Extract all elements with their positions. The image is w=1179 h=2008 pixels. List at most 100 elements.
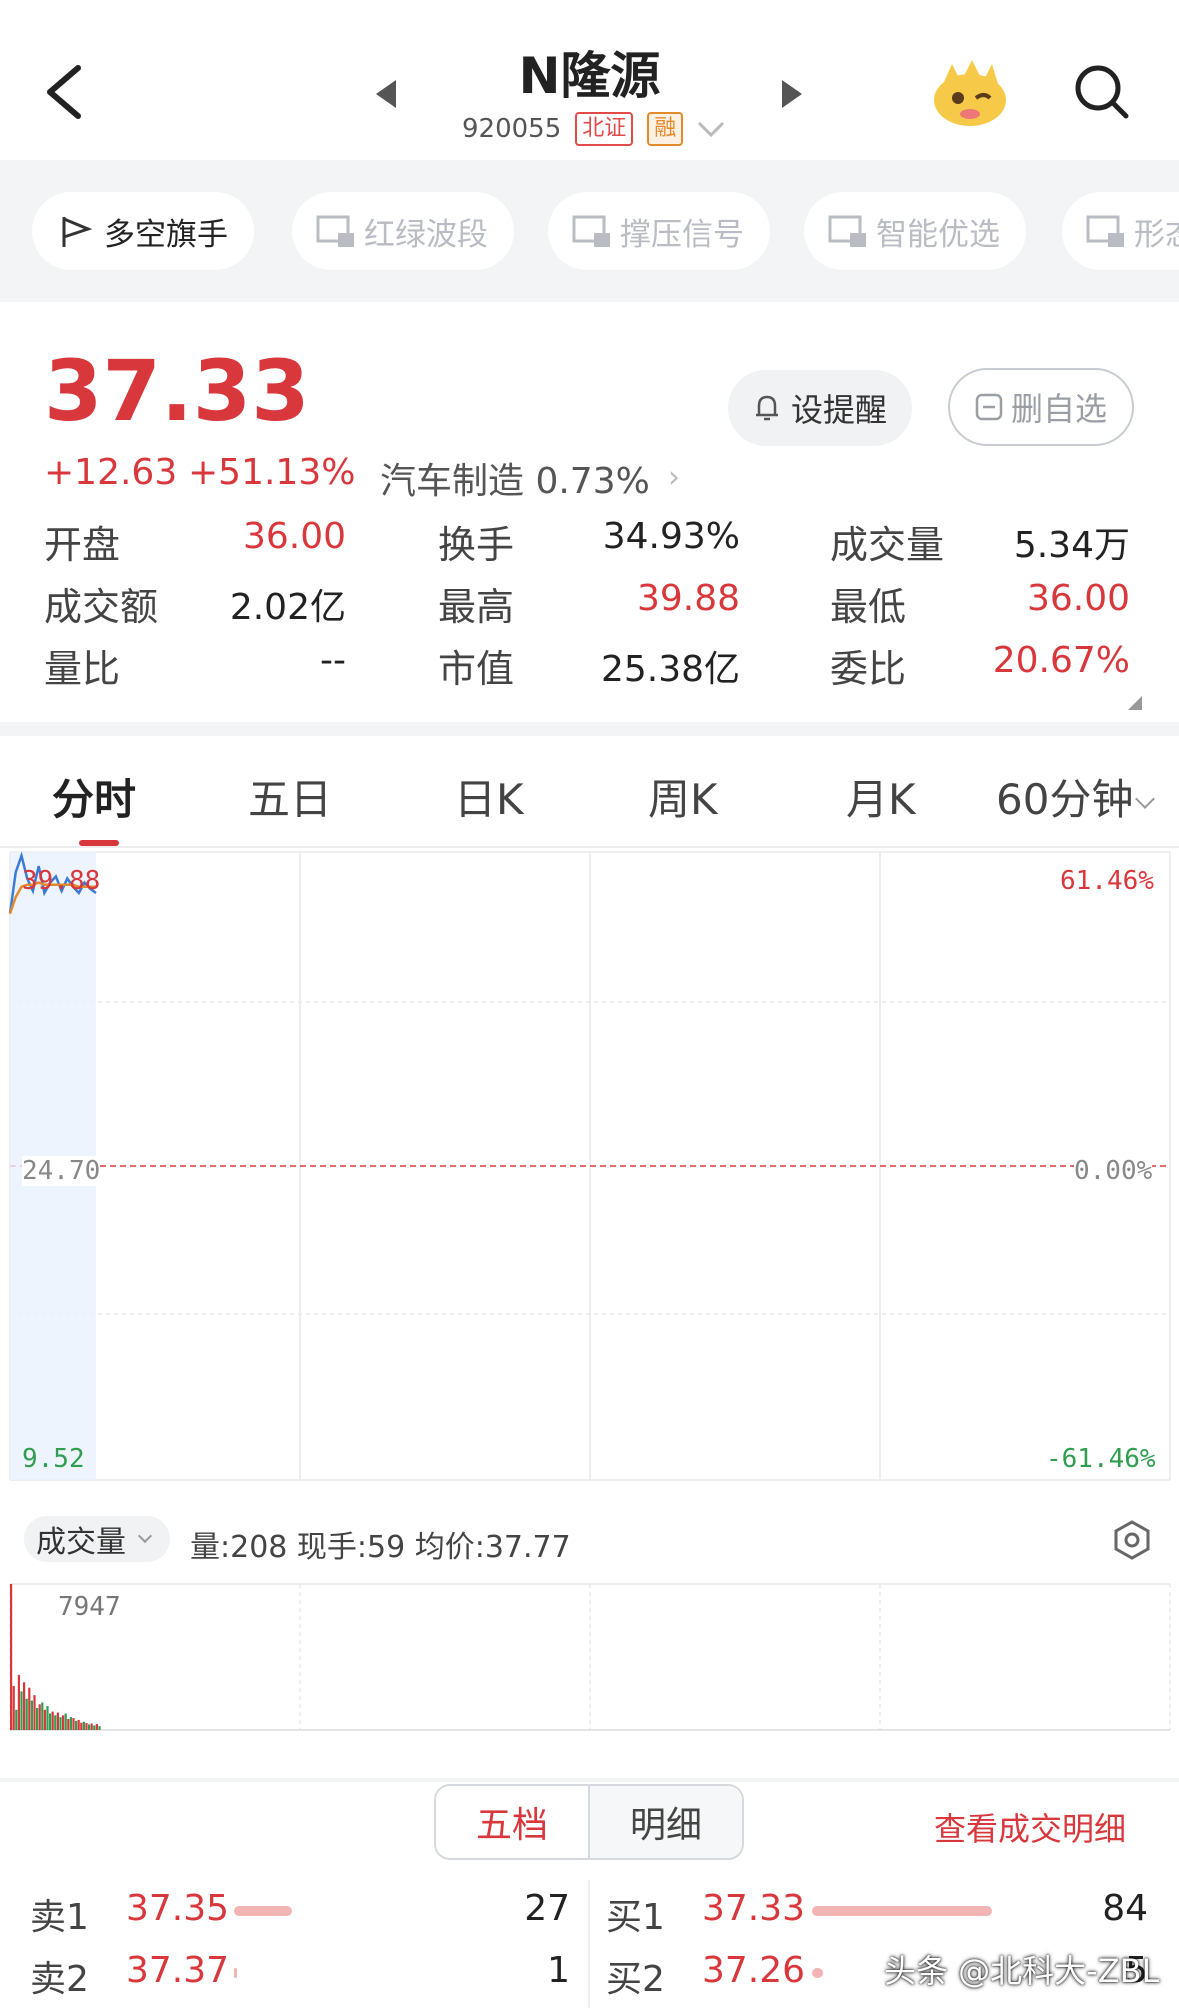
chevron-right-icon: › bbox=[668, 460, 680, 495]
tab-details[interactable]: 明细 bbox=[590, 1786, 742, 1858]
price-change: +12.63 bbox=[44, 452, 178, 493]
tab-weekly-k[interactable]: 周K bbox=[648, 766, 718, 827]
volume-bar bbox=[77, 1719, 80, 1730]
buy-1-price: 37.33 bbox=[702, 1888, 806, 1929]
stat-label: 成交量 bbox=[830, 523, 945, 567]
sell-2-label: 卖2 bbox=[30, 1959, 89, 2000]
tool-label: 智能优选 bbox=[876, 216, 1000, 253]
tool-label: 形态 bbox=[1134, 216, 1179, 253]
search-icon[interactable] bbox=[1072, 62, 1132, 122]
stat-value: -- bbox=[320, 640, 346, 681]
indicator-select[interactable]: 成交量 bbox=[24, 1516, 170, 1562]
sell-2-price: 37.37 bbox=[126, 1950, 230, 1991]
tool-bull-bear[interactable]: 多空旗手 bbox=[32, 192, 254, 270]
intraday-chart[interactable]: 39.88 61.46% 24.70 0.00% 9.52 -61.46% bbox=[0, 848, 1179, 1498]
volume-bar bbox=[72, 1718, 75, 1730]
tab-five-levels[interactable]: 五档 bbox=[436, 1786, 590, 1858]
volume-bar bbox=[15, 1709, 18, 1730]
indicator-label: 成交量 bbox=[36, 1525, 126, 1560]
margin-tag: 融 bbox=[647, 112, 684, 146]
base-pct-label: 0.00% bbox=[1074, 1156, 1153, 1186]
volume-bar bbox=[28, 1687, 31, 1730]
volume-info: 量:208 现手:59 均价:37.77 bbox=[190, 1530, 571, 1565]
tool-pattern[interactable]: 形态 bbox=[1062, 192, 1179, 270]
chevron-down-icon[interactable] bbox=[1135, 789, 1155, 809]
stat-label: 最高 bbox=[438, 585, 515, 629]
buy-2-label: 买2 bbox=[606, 1959, 665, 2000]
low-price-label: 9.52 bbox=[22, 1444, 85, 1474]
volume-bar bbox=[17, 1674, 20, 1730]
expand-corner-icon[interactable] bbox=[1128, 696, 1142, 710]
watermark: 头条 @北科大-ZBL bbox=[884, 1952, 1160, 1990]
lock-chart-icon bbox=[1086, 215, 1124, 247]
volume-bar bbox=[80, 1722, 83, 1730]
volume-bar bbox=[38, 1704, 41, 1730]
tool-label: 撑压信号 bbox=[620, 216, 744, 253]
settings-hexagon-icon[interactable] bbox=[1110, 1518, 1154, 1562]
sell-1-price: 37.35 bbox=[126, 1888, 230, 1929]
tab-60min[interactable]: 60分钟 bbox=[996, 766, 1133, 827]
price-change-pct: +51.13% bbox=[188, 452, 356, 493]
volume-bar bbox=[67, 1718, 70, 1730]
active-tab-indicator bbox=[79, 840, 119, 846]
volume-chart-svg bbox=[9, 1583, 1171, 1731]
chevron-down-icon bbox=[137, 1528, 153, 1544]
stat-label: 委比 bbox=[830, 647, 907, 691]
volume-chart[interactable]: 7947 bbox=[0, 1580, 1179, 1736]
stat-label: 量比 bbox=[44, 647, 121, 691]
sell-1-bar bbox=[234, 1906, 292, 1916]
high-price-label: 39.88 bbox=[22, 866, 101, 896]
last-price: 37.33 bbox=[44, 342, 310, 440]
volume-bar bbox=[51, 1711, 54, 1730]
tab-monthly-k[interactable]: 月K bbox=[846, 766, 916, 827]
volume-bar bbox=[20, 1691, 23, 1730]
set-reminder-button[interactable]: 设提醒 bbox=[728, 370, 912, 446]
stat-value: 25.38亿 bbox=[600, 649, 740, 690]
tab-daily-k[interactable]: 日K bbox=[454, 766, 524, 827]
flag-icon bbox=[62, 217, 93, 247]
sector-link[interactable]: 汽车制造 0.73% bbox=[380, 452, 650, 504]
tool-support-pressure[interactable]: 撑压信号 bbox=[548, 192, 770, 270]
tab-five-day[interactable]: 五日 bbox=[248, 766, 332, 827]
volume-bar bbox=[85, 1723, 88, 1730]
stat-label: 成交额 bbox=[44, 585, 159, 629]
volume-bar bbox=[75, 1720, 78, 1730]
mascot-icon[interactable] bbox=[930, 58, 1010, 128]
view-trade-details-link[interactable]: 查看成交明细 bbox=[934, 1804, 1126, 1850]
buy-2-price: 37.26 bbox=[702, 1950, 806, 1991]
volume-bar bbox=[33, 1695, 36, 1730]
stat-label: 最低 bbox=[830, 585, 907, 629]
volume-bar bbox=[62, 1715, 65, 1730]
sell-1-qty: 27 bbox=[524, 1888, 570, 1929]
buy-1-qty: 84 bbox=[1102, 1888, 1148, 1929]
stat-label: 换手 bbox=[438, 523, 515, 567]
lock-chart-icon bbox=[828, 215, 866, 247]
sell-2-qty: 1 bbox=[547, 1950, 570, 1991]
top-bar: N隆源 920055 北证 融 bbox=[0, 0, 1179, 160]
base-price-label: 24.70 bbox=[22, 1156, 101, 1186]
reminder-label: 设提醒 bbox=[790, 391, 887, 429]
volume-bar bbox=[46, 1706, 49, 1730]
buy-2-bar bbox=[812, 1968, 823, 1978]
volume-bar bbox=[23, 1682, 26, 1730]
bell-icon bbox=[755, 395, 778, 421]
remove-watchlist-button[interactable]: 删自选 bbox=[948, 368, 1134, 446]
volume-bar bbox=[64, 1713, 67, 1730]
volume-bar bbox=[12, 1685, 15, 1730]
stat-value: 39.88 bbox=[636, 578, 740, 619]
stat-value: 2.02亿 bbox=[229, 587, 346, 628]
tool-label: 多空旗手 bbox=[104, 216, 228, 253]
tool-red-green-wave[interactable]: 红绿波段 bbox=[292, 192, 514, 270]
tool-smart-pick[interactable]: 智能优选 bbox=[804, 192, 1026, 270]
next-stock-icon[interactable] bbox=[782, 80, 802, 108]
chevron-down-icon[interactable] bbox=[697, 119, 725, 139]
volume-bar bbox=[25, 1698, 28, 1730]
volume-bar bbox=[43, 1709, 46, 1730]
volume-header: 成交量 量:208 现手:59 均价:37.77 bbox=[0, 1498, 1179, 1580]
tab-intraday[interactable]: 分时 bbox=[52, 766, 136, 827]
low-pct-label: -61.46% bbox=[1046, 1444, 1156, 1474]
volume-bar bbox=[41, 1702, 44, 1730]
tool-label: 红绿波段 bbox=[364, 216, 488, 253]
stock-subline: 920055 北证 融 bbox=[462, 112, 725, 146]
volume-bar bbox=[36, 1707, 39, 1730]
